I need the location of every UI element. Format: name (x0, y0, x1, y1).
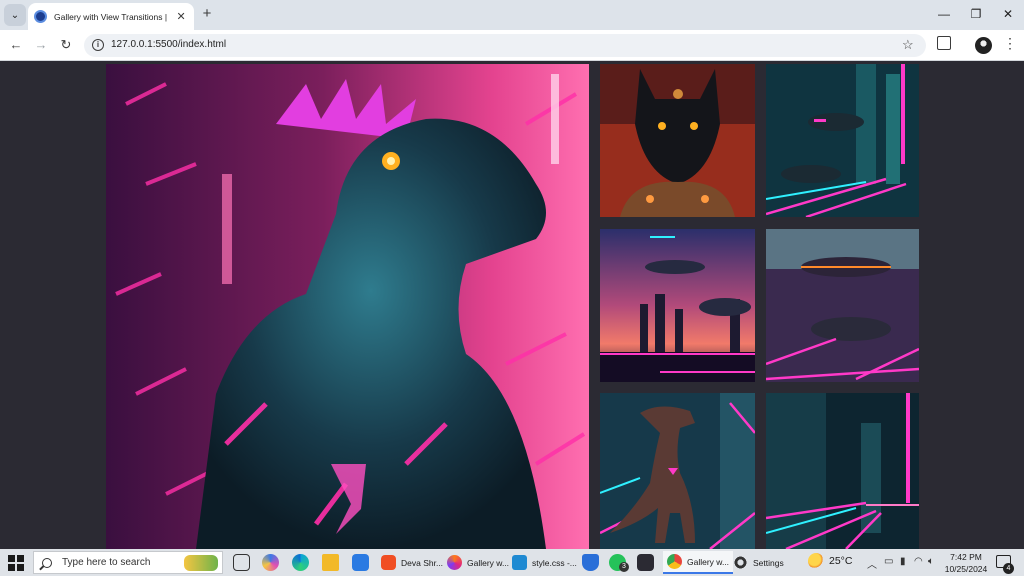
search-highlight-icon (184, 555, 218, 571)
brave-icon (381, 555, 396, 570)
neon-city-flying-cars (766, 64, 919, 217)
gallery-thumb-neon-city[interactable] (766, 64, 919, 217)
reload-button[interactable]: ↻ (56, 35, 76, 55)
flying-car-neon-street (766, 229, 919, 382)
neon-dinosaur-portrait (106, 64, 589, 549)
forward-button[interactable]: → (31, 35, 51, 55)
tab-search-button[interactable]: ⌄ (4, 4, 26, 26)
neon-t-rex (600, 393, 755, 549)
search-icon (42, 557, 52, 568)
sunset-skyline-flying-cars (600, 229, 755, 382)
tab-title: Gallery with View Transitions | Blue (54, 11, 170, 22)
gear-icon (733, 555, 748, 570)
close-window-button[interactable]: ✕ (993, 4, 1023, 24)
clock-date: 10/25/2024 (944, 564, 988, 574)
tray-drive-icon[interactable]: ▭ (884, 556, 893, 567)
battery-icon[interactable]: ▮ (900, 556, 906, 567)
taskbar-app-vscode[interactable]: style.css -... (508, 551, 581, 574)
gallery-thumb-wolf[interactable] (600, 64, 755, 217)
taskbar-app-label: Deva Shr... (401, 557, 444, 568)
menu-icon[interactable]: ⋮ (1003, 36, 1017, 50)
microsoft-store-icon[interactable] (352, 554, 369, 571)
taskbar-app-label: Gallery w... (467, 557, 510, 568)
firefox-icon (447, 555, 462, 570)
address-bar[interactable]: i 127.0.0.1:5500/index.html ☆ (84, 34, 926, 57)
vscode-icon (512, 555, 527, 570)
url-text[interactable]: 127.0.0.1:5500/index.html (111, 39, 226, 50)
file-explorer-icon[interactable] (322, 554, 339, 571)
profile-avatar[interactable] (975, 37, 992, 54)
weather-widget[interactable]: 25°C (808, 553, 852, 569)
chrome-icon (667, 554, 682, 569)
extensions-icon[interactable] (937, 36, 951, 50)
tab-strip: ⌄ Gallery with View Transitions | Blue ✕… (0, 0, 1024, 30)
gallery-page (0, 61, 1024, 549)
terminal-icon[interactable] (637, 554, 654, 571)
task-view-icon[interactable] (233, 554, 250, 571)
tab-gallery[interactable]: Gallery with View Transitions | Blue ✕ (28, 3, 194, 30)
defender-shield-icon[interactable] (582, 554, 599, 571)
system-clock[interactable]: 7:42 PM 10/25/2024 (940, 551, 992, 575)
volume-icon[interactable]: 🔈︎ (928, 556, 934, 567)
weather-temp: 25°C (829, 555, 853, 567)
taskbar-app-settings[interactable]: Settings (729, 551, 788, 574)
windows-start-icon[interactable] (8, 555, 24, 571)
taskbar-app-label: Settings (753, 557, 784, 568)
search-placeholder: Type here to search (62, 557, 151, 568)
taskbar-app-brave[interactable]: Deva Shr... (377, 551, 447, 574)
taskbar-app-firefox[interactable]: Gallery w... (443, 551, 513, 574)
taskbar-app-label: style.css -... (532, 557, 577, 568)
taskbar-app-chrome[interactable]: Gallery w... (663, 551, 734, 574)
cyber-wolf (600, 64, 755, 217)
neon-street-tunnel (766, 393, 919, 549)
taskbar-search-box[interactable]: Type here to search (33, 551, 223, 574)
clock-time: 7:42 PM (950, 552, 982, 562)
gallery-thumb-flying-car[interactable] (766, 229, 919, 382)
gallery-thumb-sunset-skyline[interactable] (600, 229, 755, 382)
gallery-thumb-neon-street[interactable] (766, 393, 919, 549)
new-tab-button[interactable]: + (198, 5, 216, 23)
wifi-icon[interactable]: ◠ (914, 556, 923, 567)
favicon-icon (34, 10, 47, 23)
restore-button[interactable]: ❐ (961, 4, 991, 24)
whatsapp-badge: 3 (619, 562, 629, 572)
windows-taskbar: Type here to search Deva Shr... Gallery … (0, 549, 1024, 576)
chevron-down-icon: ⌄ (10, 9, 20, 21)
tray-chevron-up-icon[interactable]: ︿ (867, 556, 877, 571)
weather-sun-icon (808, 553, 824, 569)
gallery-thumb-t-rex[interactable] (600, 393, 755, 549)
site-info-icon[interactable]: i (92, 39, 104, 51)
notifications-badge: 4 (1003, 563, 1014, 574)
gallery-main-image[interactable] (106, 64, 589, 549)
edge-icon[interactable] (292, 554, 309, 571)
back-button[interactable]: ← (6, 35, 26, 55)
copilot-icon[interactable] (262, 554, 279, 571)
taskbar-app-label: Gallery w... (687, 556, 730, 567)
bookmark-star-icon[interactable]: ☆ (902, 37, 914, 53)
minimize-button[interactable]: — (929, 4, 959, 24)
browser-toolbar: ← → ↻ i 127.0.0.1:5500/index.html ☆ ⋮ (0, 30, 1024, 61)
close-tab-icon[interactable]: ✕ (174, 10, 188, 23)
